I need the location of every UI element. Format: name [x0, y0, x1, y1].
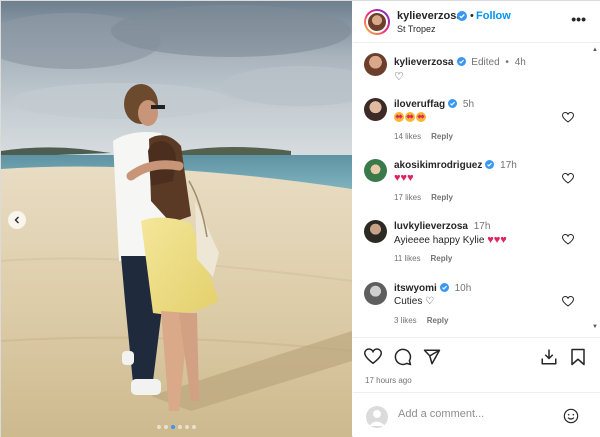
caption-username[interactable]: kylieverzosa	[394, 57, 454, 68]
commenter-avatar[interactable]	[364, 98, 387, 121]
comment-username-line: itswyomi 10h	[394, 283, 471, 294]
caption-username-line: kylieverzosa Edited • 4h	[394, 57, 526, 68]
carousel-dot	[164, 425, 168, 429]
add-comment-bar	[353, 392, 600, 437]
heart-icon[interactable]	[364, 348, 382, 365]
caption-time: 4h	[514, 57, 526, 68]
comment-username[interactable]: itswyomi	[394, 283, 437, 294]
comment-likes[interactable]: 3 likes	[394, 316, 417, 325]
comment-meta: 14 likes Reply	[394, 132, 453, 141]
follow-button[interactable]: Follow	[476, 10, 511, 22]
comment-time: 10h	[454, 283, 472, 294]
author-username[interactable]: kylieverzosa	[397, 10, 462, 22]
add-to-story-icon[interactable]	[540, 348, 558, 366]
post-header: kylieverzosa • Follow St Tropez •••	[353, 1, 600, 43]
comment-username-line: akosikimrodriguez 17h	[394, 160, 517, 171]
comment-username-line: luvkylieverzosa 17h	[394, 221, 490, 232]
comment-text: Cuties ♡	[394, 296, 435, 307]
comment-hearts: ♥♥♥	[487, 234, 507, 246]
carousel-dots	[1, 425, 352, 429]
commenter-avatar[interactable]	[364, 159, 387, 182]
comment-username[interactable]: luvkylieverzosa	[394, 221, 468, 232]
author-avatar[interactable]	[364, 9, 390, 35]
comment-time: 17h	[500, 160, 517, 171]
reply-button[interactable]: Reply	[431, 132, 453, 141]
verified-badge-icon	[439, 283, 449, 292]
posted-time[interactable]: 17 hours ago	[365, 376, 412, 385]
caption-avatar[interactable]	[364, 53, 387, 76]
reply-button[interactable]: Reply	[427, 316, 449, 325]
reply-button[interactable]: Reply	[431, 254, 453, 263]
verified-badge-icon	[457, 11, 467, 21]
comment-meta: 17 likes Reply	[394, 193, 453, 202]
comment-likes[interactable]: 17 likes	[394, 193, 421, 202]
like-comment-heart-icon[interactable]	[562, 173, 574, 184]
comment-username[interactable]: akosikimrodriguez	[394, 160, 482, 171]
comment-text: Ayieeee happy Kylie	[394, 235, 485, 246]
like-comment-heart-icon[interactable]	[562, 296, 574, 307]
chevron-left-icon	[14, 216, 19, 224]
reply-button[interactable]: Reply	[431, 193, 453, 202]
comment-username[interactable]: iloveruffag	[394, 99, 445, 110]
like-comment-heart-icon[interactable]	[562, 112, 574, 123]
post-photo[interactable]	[1, 1, 352, 437]
header-separator: •	[470, 10, 474, 22]
comment-icon[interactable]	[394, 348, 412, 366]
scroll-down-arrow-icon[interactable]: ▼	[592, 324, 598, 330]
comment-likes[interactable]: 11 likes	[394, 254, 421, 263]
comments-list[interactable]: kylieverzosa Edited • 4h ♡ iloveruffag 5…	[353, 44, 600, 336]
beach-couple-photo	[1, 1, 352, 437]
carousel-dot	[192, 425, 196, 429]
comment-time: 17h	[473, 221, 491, 232]
post-actions-bar: 17 hours ago	[353, 337, 600, 392]
comment-username-line: iloveruffag 5h	[394, 99, 474, 110]
comment-text-emoji	[394, 112, 427, 124]
comment-likes[interactable]: 14 likes	[394, 132, 421, 141]
heart-eyes-emoji-icon	[416, 112, 426, 122]
comment-meta: 3 likes Reply	[394, 316, 448, 325]
default-avatar-icon	[369, 410, 385, 426]
carousel-dot	[185, 425, 189, 429]
add-comment-input[interactable]	[398, 408, 558, 420]
carousel-dot-active	[171, 425, 175, 429]
caption-separator: •	[505, 57, 509, 68]
scroll-up-arrow-icon[interactable]: ▲	[592, 47, 598, 53]
verified-badge-icon	[448, 99, 458, 108]
bookmark-icon[interactable]	[570, 348, 586, 366]
commenter-avatar[interactable]	[364, 282, 387, 305]
comment-meta: 11 likes Reply	[394, 254, 452, 263]
instagram-post-modal: kylieverzosa • Follow St Tropez ••• kyli…	[0, 0, 600, 437]
more-options-icon[interactable]: •••	[571, 11, 586, 27]
current-user-avatar	[366, 406, 388, 428]
post-location[interactable]: St Tropez	[397, 24, 436, 34]
verified-badge-icon	[456, 57, 466, 66]
carousel-dot	[178, 425, 182, 429]
caption-edited: Edited	[471, 57, 500, 68]
verified-badge-icon	[485, 160, 495, 169]
share-icon[interactable]	[423, 348, 441, 366]
heart-eyes-emoji-icon	[405, 112, 415, 122]
comment-text-line: Ayieeee happy Kylie ♥♥♥	[394, 234, 507, 246]
like-comment-heart-icon[interactable]	[562, 234, 574, 245]
comment-text: ♥♥♥	[394, 172, 414, 184]
heart-eyes-emoji-icon	[394, 112, 404, 122]
caption-text: ♡	[394, 71, 404, 83]
comment-time: 5h	[462, 99, 475, 110]
emoji-icon[interactable]	[563, 408, 579, 424]
carousel-dot	[157, 425, 161, 429]
previous-photo-button[interactable]	[8, 211, 26, 229]
post-side-panel: kylieverzosa • Follow St Tropez ••• kyli…	[353, 1, 600, 437]
commenter-avatar[interactable]	[364, 220, 387, 243]
